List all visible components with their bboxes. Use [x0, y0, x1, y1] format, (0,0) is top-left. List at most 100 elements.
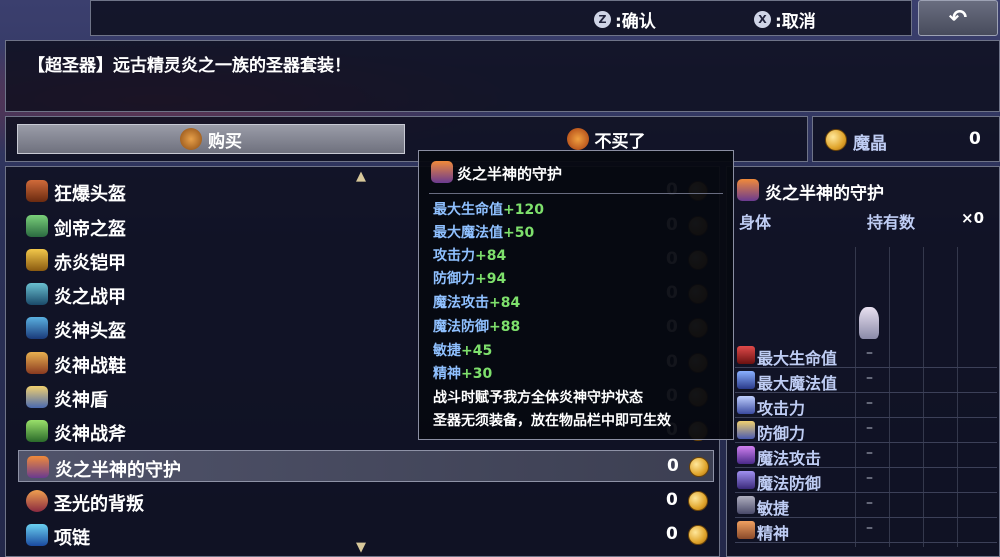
stat-value: – [866, 395, 873, 411]
coin-icon [689, 457, 709, 477]
helmet-icon [26, 215, 48, 237]
list-item[interactable]: 圣光的背叛 0 [18, 485, 714, 517]
scroll-down-icon[interactable]: ▼ [356, 540, 366, 555]
stat-row: 攻击力 – [735, 393, 997, 418]
back-arrow-icon: ↶ [948, 5, 968, 31]
relic-icon [27, 456, 49, 478]
spirit-icon [737, 521, 755, 539]
boots-icon [26, 352, 48, 374]
stat-label: 敏捷 [433, 343, 461, 359]
owned-count: ×0 [961, 209, 985, 227]
list-item[interactable]: 项链 0 [18, 519, 714, 551]
stat-value: +120 [503, 202, 544, 218]
relic-icon [737, 179, 759, 201]
confirm-label: :确认 [615, 12, 656, 32]
tooltip-note: 战斗时赋予我方全体炎神守护状态 [433, 390, 643, 406]
item-name: 剑帝之盔 [54, 219, 126, 240]
stat-value: – [866, 520, 873, 536]
stat-value: +84 [475, 248, 507, 264]
item-detail-panel: 炎之半神的守护 身体 持有数 ×0 最大生命值 – 最大魔法值 – 攻击力 – … [726, 166, 1000, 557]
stat-label: 精神 [433, 366, 461, 382]
stat-row: 魔法防御 – [735, 468, 997, 493]
coin-icon [688, 491, 708, 511]
top-hint-bar: Z :确认 X :取消 [90, 0, 912, 36]
item-name: 炎神盾 [54, 390, 108, 411]
stat-value: – [866, 470, 873, 486]
stat-value: – [866, 345, 873, 361]
cancel-hint[interactable]: X :取消 [754, 7, 816, 32]
item-name: 炎之战甲 [54, 287, 126, 308]
stat-row: 最大魔法值 – [735, 368, 997, 393]
coin-icon [688, 525, 708, 545]
tooltip-divider [429, 193, 723, 194]
axe-icon [26, 420, 48, 442]
detail-title: 炎之半神的守护 [765, 184, 884, 204]
currency-amount: 0 [969, 129, 981, 149]
mp-icon [737, 371, 755, 389]
tooltip-stat: 防御力+94 [433, 268, 506, 288]
stat-label: 魔法防御 [757, 474, 822, 493]
stat-row: 防御力 – [735, 418, 997, 443]
ring-icon [26, 490, 48, 512]
stat-value: +94 [475, 271, 507, 287]
stat-value: – [866, 495, 873, 511]
stat-label: 最大魔法值 [757, 374, 838, 393]
shield-icon [26, 386, 48, 408]
back-button[interactable]: ↶ [918, 0, 998, 36]
list-item-selected[interactable]: 炎之半神的守护 0 [18, 450, 714, 482]
item-name: 赤炎铠甲 [54, 253, 126, 274]
stat-row: 精神 – [735, 518, 997, 543]
stat-row: 最大生命值 – [735, 343, 997, 368]
confirm-hint[interactable]: Z :确认 [594, 7, 656, 32]
magic-attack-icon [737, 446, 755, 464]
tab-no-buy-label: 不买了 [594, 131, 646, 152]
tab-buy[interactable]: 购买 [17, 124, 405, 154]
stat-label: 防御力 [757, 424, 806, 443]
stat-row: 敏捷 – [735, 493, 997, 518]
stat-value: – [866, 445, 873, 461]
tooltip-title: 炎之半神的守护 [457, 165, 563, 183]
z-key-icon: Z [594, 11, 611, 28]
relic-icon [431, 161, 453, 183]
item-count: 0 [666, 490, 678, 510]
item-name: 炎神战斧 [54, 424, 126, 445]
stat-value: +84 [489, 295, 521, 311]
money-bag-icon [180, 128, 202, 150]
hp-icon [737, 346, 755, 364]
x-key-icon: X [754, 11, 771, 28]
owned-label: 持有数 [867, 213, 916, 232]
stat-label: 攻击力 [433, 248, 475, 264]
item-tooltip: 炎之半神的守护 最大生命值+120 最大魔法值+50 攻击力+84 防御力+94… [418, 150, 734, 440]
stat-label: 精神 [757, 524, 790, 543]
tab-buy-label: 购买 [208, 131, 242, 152]
stat-label: 最大魔法值 [433, 225, 503, 241]
stat-label: 敏捷 [757, 499, 790, 518]
currency-panel: 魔晶 0 [812, 116, 1000, 162]
item-count: 0 [667, 456, 679, 476]
tooltip-stat: 攻击力+84 [433, 245, 506, 265]
magic-defense-icon [737, 471, 755, 489]
tooltip-stat: 魔法攻击+84 [433, 292, 520, 312]
item-name: 圣光的背叛 [54, 494, 144, 515]
armor-icon [26, 249, 48, 271]
stat-value: +50 [503, 225, 535, 241]
tooltip-stat: 最大生命值+120 [433, 199, 544, 219]
agility-icon [737, 496, 755, 514]
item-name: 炎之半神的守护 [55, 460, 181, 481]
detail-slot: 身体 [739, 213, 772, 232]
stat-value: +45 [461, 343, 493, 359]
shield-icon [737, 421, 755, 439]
stat-value: +30 [461, 366, 493, 382]
stat-value: – [866, 420, 873, 436]
stat-label: 魔法攻击 [433, 295, 489, 311]
character-sprite [859, 307, 879, 339]
item-name: 项链 [54, 528, 90, 549]
helmet-icon [26, 317, 48, 339]
stat-label: 最大生命值 [757, 349, 838, 368]
item-name: 炎神战鞋 [54, 356, 126, 377]
stat-label: 魔法攻击 [757, 449, 822, 468]
stat-label: 攻击力 [757, 399, 806, 418]
leave-icon [566, 128, 589, 150]
stat-label: 最大生命值 [433, 202, 503, 218]
stat-label: 防御力 [433, 271, 475, 287]
